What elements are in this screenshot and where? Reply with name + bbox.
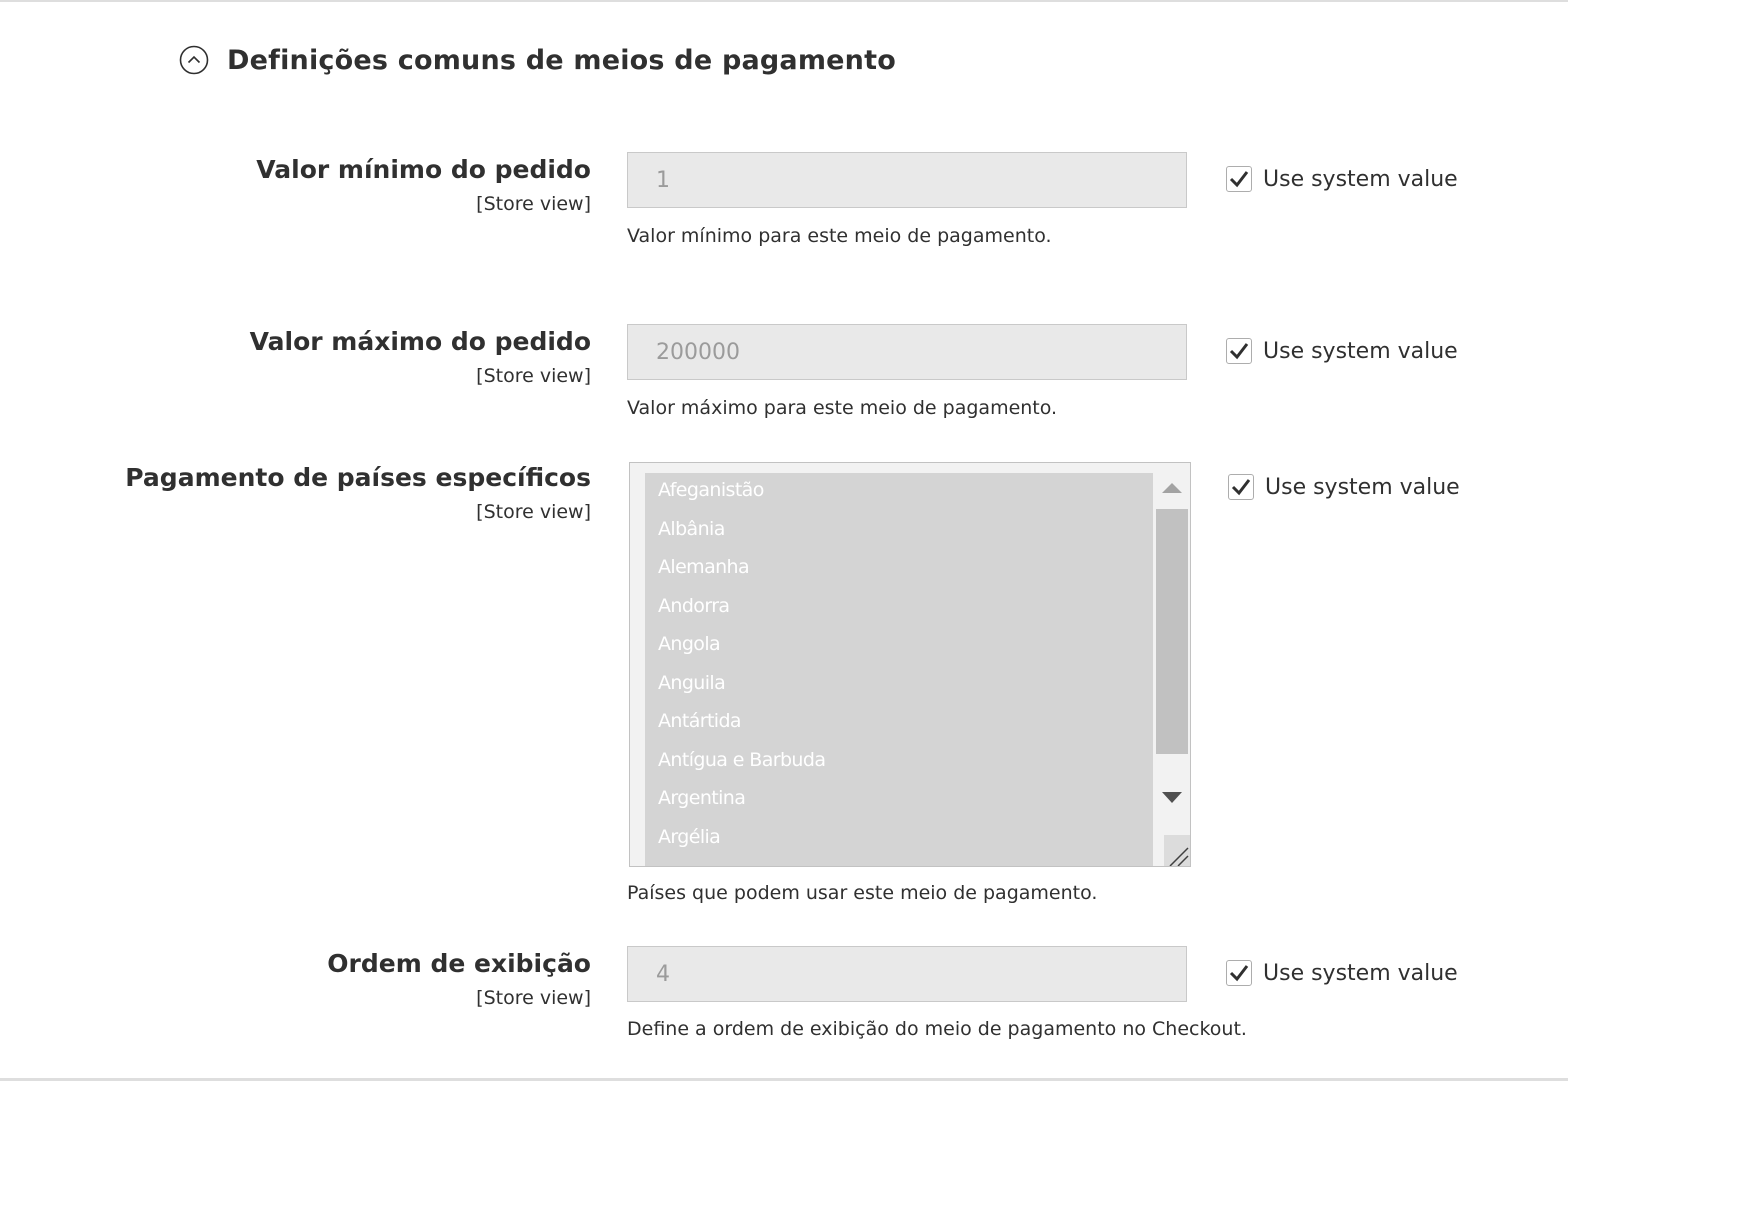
country-option[interactable]: Argentina — [658, 787, 746, 809]
checkbox-box[interactable] — [1226, 166, 1252, 192]
sort-order-input[interactable]: 4 — [627, 946, 1187, 1002]
resize-grip-icon — [1169, 847, 1189, 866]
country-option[interactable]: Anguila — [658, 672, 726, 694]
country-option[interactable]: Albânia — [658, 518, 725, 540]
specific-countries-note: Países que podem usar este meio de pagam… — [627, 882, 1098, 904]
use-system-value-label: Use system value — [1263, 960, 1458, 986]
scrollbar-thumb[interactable] — [1156, 509, 1188, 754]
use-system-value-label: Use system value — [1265, 474, 1460, 500]
checkbox-box[interactable] — [1228, 474, 1254, 500]
chevron-up-circle-icon[interactable] — [179, 45, 209, 75]
country-option[interactable]: Argélia — [658, 826, 721, 848]
country-option[interactable]: Antártida — [658, 710, 742, 732]
max-order-input[interactable]: 200000 — [627, 324, 1187, 380]
specific-countries-scope: [Store view] — [476, 501, 591, 523]
min-order-scope: [Store view] — [476, 193, 591, 215]
specific-countries-label: Pagamento de países específicos — [125, 463, 591, 492]
sort-order-use-system-checkbox[interactable]: Use system value — [1226, 960, 1458, 986]
use-system-value-label: Use system value — [1263, 166, 1458, 192]
scroll-up-arrow-icon[interactable] — [1161, 480, 1183, 494]
max-order-label: Valor máximo do pedido — [249, 327, 591, 356]
resize-handle[interactable] — [1164, 835, 1190, 866]
countries-option-list[interactable]: Afeganistão Albânia Alemanha Andorra Ang… — [645, 473, 1153, 866]
checkbox-box[interactable] — [1226, 338, 1252, 364]
country-option[interactable]: Antígua e Barbuda — [658, 749, 826, 771]
section-header-toggle[interactable]: Definições comuns de meios de pagamento — [179, 42, 896, 78]
country-option[interactable]: Afeganistão — [658, 479, 764, 501]
checkmark-icon — [1229, 343, 1249, 360]
countries-use-system-checkbox[interactable]: Use system value — [1228, 474, 1460, 500]
country-option[interactable]: Alemanha — [658, 556, 750, 578]
use-system-value-label: Use system value — [1263, 338, 1458, 364]
scroll-down-arrow-icon[interactable] — [1161, 791, 1183, 805]
payment-settings-page: Definições comuns de meios de pagamento … — [0, 0, 1568, 1082]
section-title: Definições comuns de meios de pagamento — [227, 44, 896, 76]
max-order-note: Valor máximo para este meio de pagamento… — [627, 397, 1058, 419]
countries-multiselect[interactable]: Afeganistão Albânia Alemanha Andorra Ang… — [629, 462, 1191, 867]
min-order-label: Valor mínimo do pedido — [256, 155, 591, 184]
max-order-use-system-checkbox[interactable]: Use system value — [1226, 338, 1458, 364]
checkbox-box[interactable] — [1226, 960, 1252, 986]
top-divider — [0, 0, 1568, 2]
min-order-note: Valor mínimo para este meio de pagamento… — [627, 225, 1052, 247]
sort-order-note: Define a ordem de exibição do meio de pa… — [627, 1018, 1247, 1040]
checkmark-icon — [1229, 965, 1249, 982]
min-order-input[interactable]: 1 — [627, 152, 1187, 208]
country-option[interactable]: Angola — [658, 633, 721, 655]
country-option[interactable]: Andorra — [658, 595, 730, 617]
sort-order-label: Ordem de exibição — [327, 949, 591, 978]
min-order-use-system-checkbox[interactable]: Use system value — [1226, 166, 1458, 192]
max-order-scope: [Store view] — [476, 365, 591, 387]
checkmark-icon — [1229, 171, 1249, 188]
checkmark-icon — [1231, 479, 1251, 496]
bottom-divider — [0, 1078, 1568, 1081]
sort-order-scope: [Store view] — [476, 987, 591, 1009]
